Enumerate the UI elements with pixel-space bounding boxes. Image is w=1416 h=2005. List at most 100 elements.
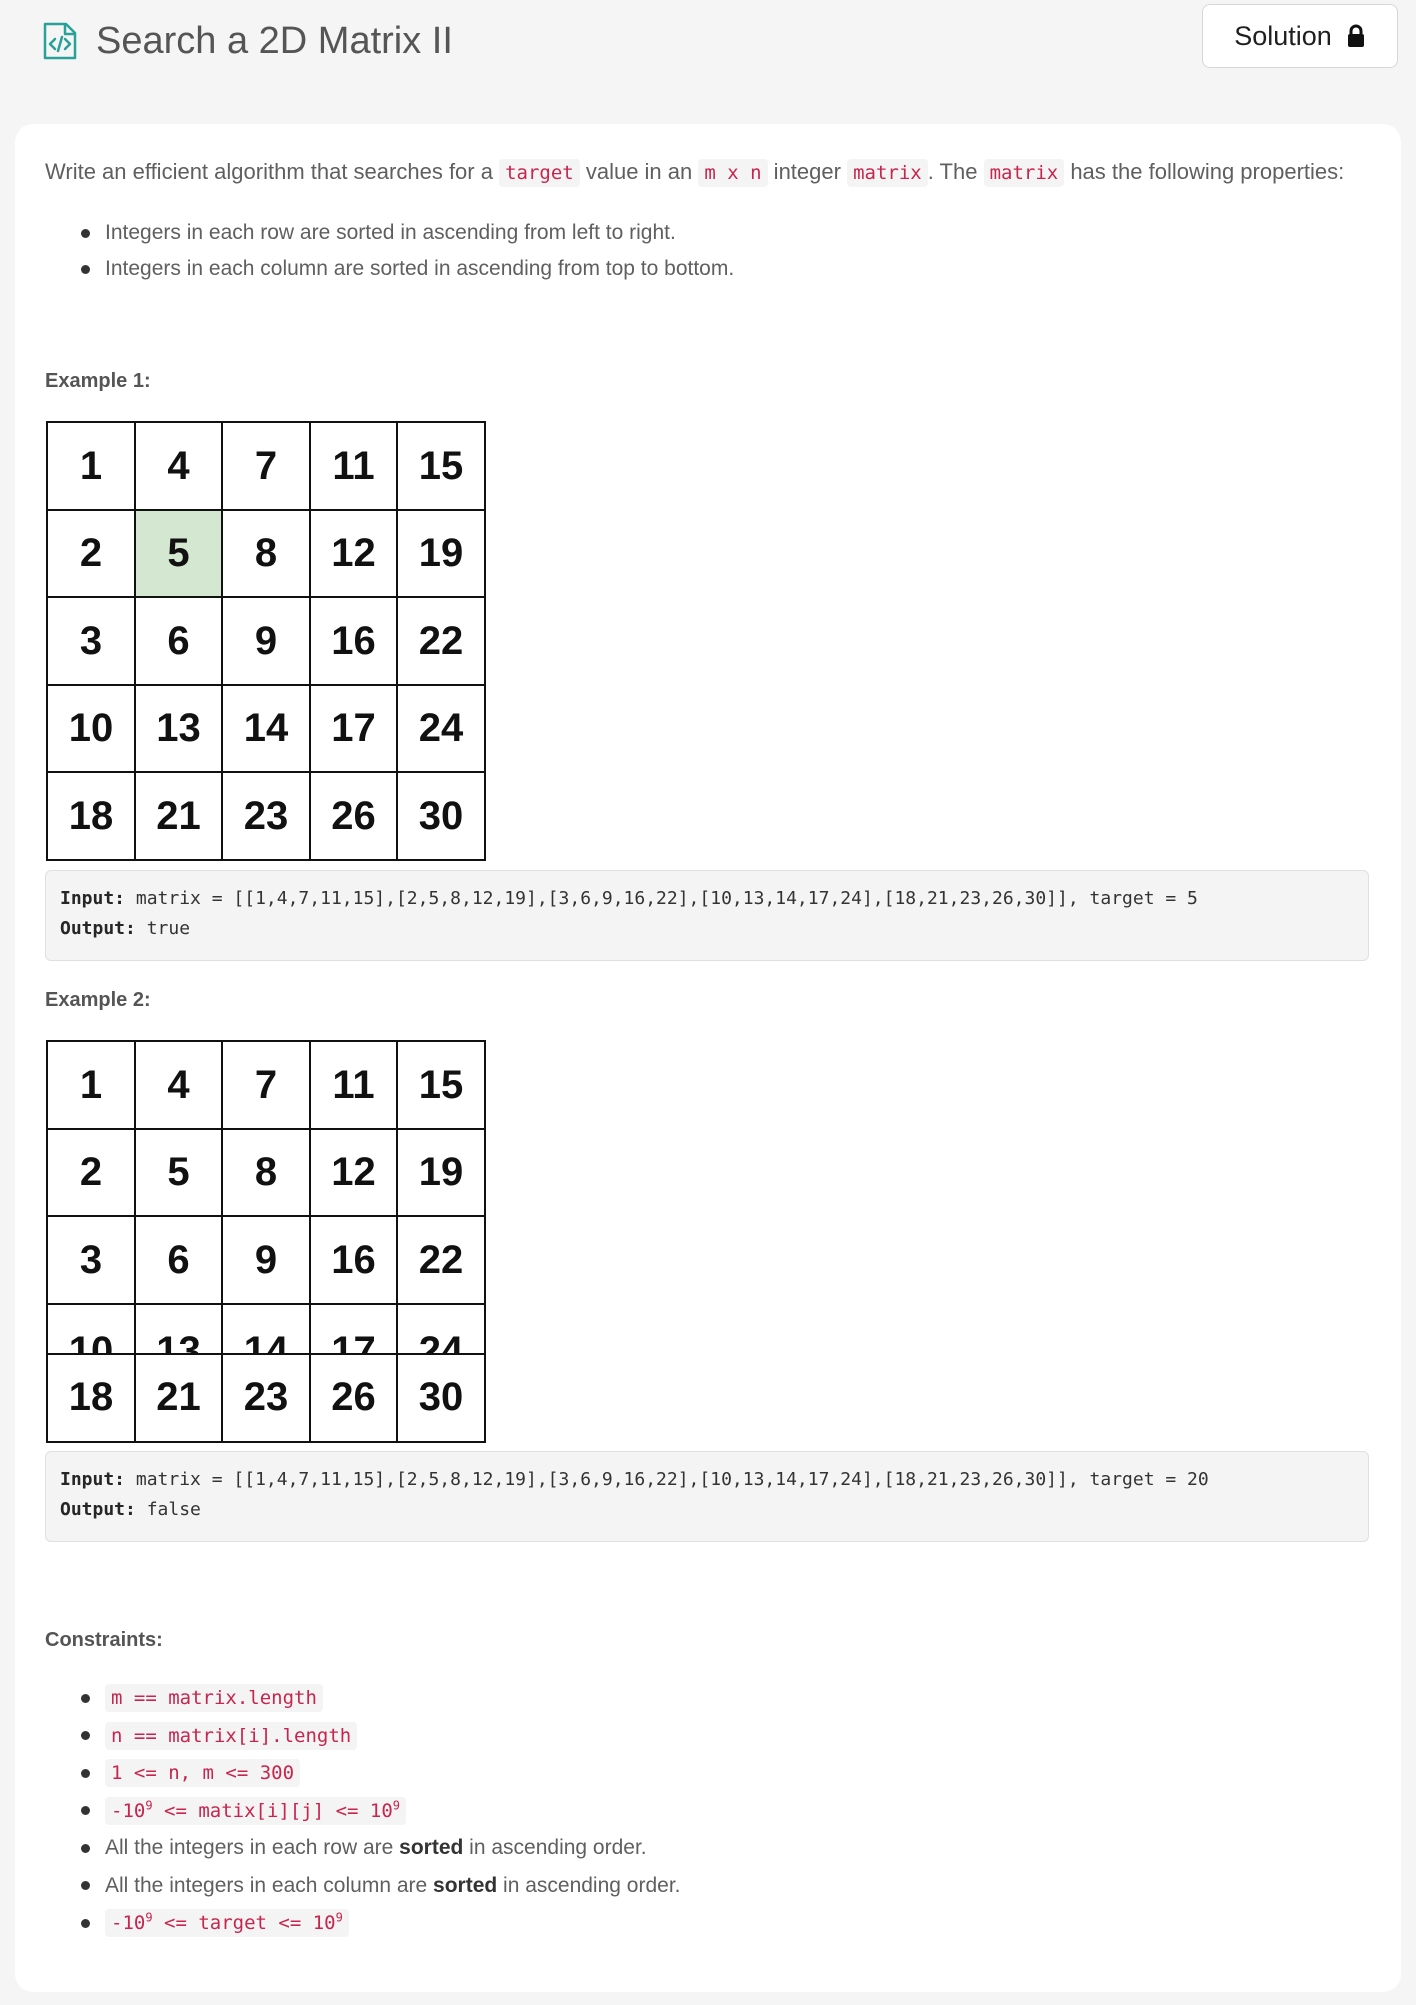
exponent: 9: [335, 1910, 343, 1925]
code-mxn: m x n: [698, 159, 768, 187]
matrix-cell: 11: [308, 1040, 399, 1130]
constraint-code: -109 <= target <= 109: [105, 1909, 349, 1937]
constraint-item: m == matrix.length: [45, 1679, 681, 1717]
matrix-cell: 24: [396, 683, 486, 774]
matrix-cell: 4: [133, 421, 224, 511]
constraint-text: <= matix[i][j] <= 10: [152, 1799, 393, 1822]
page-title: Search a 2D Matrix II: [96, 20, 453, 62]
constraint-bold: sorted: [433, 1873, 498, 1897]
matrix-cell: 16: [308, 596, 399, 686]
constraint-text: All the integers in each column are: [105, 1873, 434, 1897]
intro-text-2: value in an: [579, 159, 699, 184]
matrix-cell: 3: [46, 596, 136, 686]
matrix-cell: 9: [221, 596, 311, 686]
matrix-cell: 22: [396, 596, 486, 686]
constraint-bold: sorted: [399, 1836, 464, 1859]
lock-icon: [1347, 24, 1364, 47]
matrix-cell: 24: [396, 1302, 486, 1353]
exponent: 9: [392, 1798, 401, 1813]
constraint-code: -109 <= matix[i][j] <= 109: [105, 1796, 407, 1825]
constraint-code: m == matrix.length: [105, 1684, 323, 1712]
property-item: Integers in each column are sorted in as…: [45, 251, 734, 287]
matrix-cell: 7: [221, 421, 311, 511]
constraint-item: -109 <= target <= 109: [45, 1904, 681, 1942]
matrix-cell: 23: [221, 771, 311, 861]
matrix-cell: 16: [308, 1215, 399, 1305]
output-label: Output:: [60, 918, 136, 939]
matrix-cell: 30: [396, 1352, 486, 1443]
matrix-cell: 8: [221, 508, 311, 599]
matrix-cell: 21: [133, 1352, 224, 1443]
solution-button[interactable]: Solution: [1202, 4, 1398, 68]
matrix-cell: 2: [46, 1127, 136, 1218]
matrix-row: 10 13 14 17 24: [46, 683, 497, 774]
matrix-cell: 9: [221, 1215, 311, 1305]
matrix-cell: 23: [221, 1352, 311, 1443]
solution-button-label: Solution: [1234, 20, 1332, 51]
code-matrix: matrix: [847, 159, 928, 187]
matrix-cell: 18: [46, 1352, 136, 1443]
intro-text-1: Write an efficient algorithm that search…: [45, 159, 500, 184]
code-matrix-2: matrix: [983, 159, 1065, 187]
example-2-output: false: [146, 1499, 201, 1520]
matrix-cell: 30: [396, 771, 486, 861]
matrix-cell: 21: [133, 771, 224, 861]
matrix-cell: 22: [396, 1215, 486, 1305]
matrix-cell: 13: [133, 683, 224, 774]
matrix-row: 2 5 8 12 19: [46, 508, 497, 599]
matrix-cell: 15: [396, 421, 486, 511]
matrix-row: 10 13 14 17 24: [46, 1302, 497, 1353]
matrix-cell: 6: [133, 596, 224, 686]
matrix-cell: 19: [396, 1127, 486, 1218]
matrix-cell: 7: [221, 1040, 311, 1130]
intro-text-4: . The: [927, 159, 984, 184]
example-2-input: matrix = [[1,4,7,11,15],[2,5,8,12,19],[3…: [135, 1469, 1209, 1490]
matrix-cell: 12: [308, 508, 399, 599]
matrix-cell: 12: [308, 1127, 399, 1218]
matrix-cell: 6: [133, 1215, 224, 1305]
matrix-cell: 4: [133, 1040, 224, 1130]
exponent: 9: [145, 1798, 153, 1813]
constraint-item: n == matrix[i].length: [45, 1717, 681, 1755]
matrix-row: 1 4 7 11 15: [46, 1040, 497, 1130]
header: Search a 2D Matrix II Solution: [0, 0, 1416, 88]
matrix-row: 2 5 8 12 19: [46, 1127, 497, 1218]
matrix-cell: 19: [396, 508, 486, 599]
matrix-cell: 3: [46, 1215, 136, 1305]
matrix-cell: 14: [221, 1302, 311, 1353]
code-target: target: [499, 159, 580, 187]
properties-list: Integers in each row are sorted in ascen…: [45, 215, 734, 287]
constraints-heading: Constraints:: [45, 1629, 163, 1651]
matrix-cell: 15: [396, 1040, 486, 1130]
matrix-cell: 18: [46, 771, 136, 861]
property-item: Integers in each row are sorted in ascen…: [45, 215, 734, 251]
matrix-row: 18 21 23 26 30: [46, 1352, 497, 1443]
example-1-output: true: [146, 918, 191, 939]
matrix-cell: 26: [308, 1352, 399, 1443]
matrix-cell: 1: [46, 421, 136, 511]
problem-description: Write an efficient algorithm that search…: [15, 124, 1401, 1992]
matrix-cell: 10: [46, 1302, 136, 1353]
matrix-cell: 8: [221, 1127, 311, 1218]
constraint-item: -109 <= matix[i][j] <= 109: [45, 1792, 681, 1830]
constraint-code: n == matrix[i].length: [105, 1721, 358, 1750]
matrix-row: 3 6 9 16 22: [46, 596, 497, 686]
intro-text-3: integer: [767, 159, 848, 184]
matrix-cell: 17: [308, 683, 399, 774]
constraint-text: <= target <= 10: [152, 1912, 336, 1934]
problem-intro: Write an efficient algorithm that search…: [45, 154, 1344, 191]
constraint-item: All the integers in each column are sort…: [45, 1867, 681, 1905]
example-1-heading: Example 1:: [45, 370, 151, 392]
matrix-cell: 10: [46, 683, 136, 774]
constraint-text: -10: [111, 1799, 146, 1822]
intro-text-5: has the following properties:: [1064, 159, 1345, 184]
constraint-text: -10: [111, 1912, 146, 1934]
matrix-cell: 5: [133, 1127, 224, 1218]
example-1-io: Input: matrix = [[1,4,7,11,15],[2,5,8,12…: [45, 870, 1369, 961]
matrix-cell: 2: [46, 508, 136, 599]
code-file-icon: [43, 22, 77, 60]
constraints-list: m == matrix.length n == matrix[i].length…: [45, 1679, 681, 1942]
matrix-row: 1 4 7 11 15: [46, 421, 497, 511]
exponent: 9: [145, 1910, 153, 1925]
example-2-io: Input: matrix = [[1,4,7,11,15],[2,5,8,12…: [45, 1451, 1369, 1542]
